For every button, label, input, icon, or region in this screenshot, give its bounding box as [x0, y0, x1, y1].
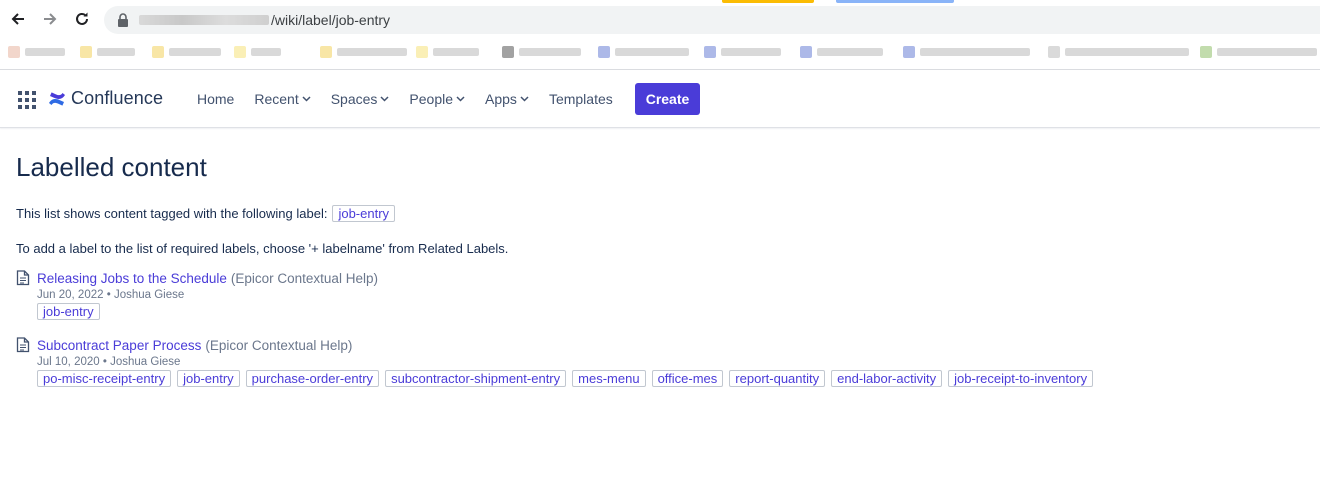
- nav-home[interactable]: Home: [197, 91, 234, 107]
- bookmark-item[interactable]: [704, 46, 781, 58]
- browser-separator: [0, 69, 1320, 70]
- bookmark-item[interactable]: [416, 46, 479, 58]
- label-chip[interactable]: report-quantity: [729, 370, 826, 387]
- arrow-right-icon: [44, 13, 57, 25]
- bookmark-item[interactable]: [8, 46, 65, 58]
- result-date: Jul 10, 2020: [37, 356, 100, 368]
- app-switcher-icon[interactable]: [18, 91, 36, 109]
- label-chip[interactable]: subcontractor-shipment-entry: [385, 370, 567, 387]
- lock-icon: [118, 13, 128, 27]
- intro-line: This list shows content tagged with the …: [16, 205, 396, 222]
- bookmark-item[interactable]: [234, 46, 281, 58]
- app-header: Confluence Home Recent Spaces People App…: [0, 71, 1320, 128]
- page-title: Labelled content: [16, 152, 207, 182]
- label-chip[interactable]: office-mes: [651, 370, 724, 387]
- bookmark-item[interactable]: [800, 46, 883, 58]
- reload-button[interactable]: [71, 8, 93, 30]
- confluence-logo[interactable]: Confluence: [48, 88, 163, 109]
- label-chip[interactable]: job-entry: [37, 303, 100, 320]
- bookmark-item[interactable]: [152, 46, 221, 58]
- bookmark-item[interactable]: [903, 46, 1030, 58]
- result-date: Jun 20, 2022: [37, 289, 104, 301]
- bookmark-item[interactable]: [80, 46, 135, 58]
- reload-icon: [76, 12, 88, 25]
- result-space: (Epicor Contextual Help): [205, 337, 353, 353]
- result-space: (Epicor Contextual Help): [230, 270, 378, 286]
- tab-accent-blue: [836, 0, 954, 3]
- chevron-down-icon: [456, 96, 465, 102]
- result-author: Joshua Giese: [113, 289, 185, 301]
- forward-button[interactable]: [39, 8, 61, 30]
- label-chip[interactable]: job-receipt-to-inventory: [948, 370, 1094, 387]
- address-bar[interactable]: /wiki/label/job-entry: [104, 6, 1320, 34]
- nav-recent-label: Recent: [254, 91, 299, 107]
- url-path: /wiki/label/job-entry: [271, 12, 391, 28]
- result-meta: Jun 20, 2022 • Joshua Giese: [37, 289, 185, 301]
- primary-nav: Home Recent Spaces People Apps Templates: [197, 71, 633, 127]
- browser-toolbar: /wiki/label/job-entry: [0, 0, 1320, 38]
- nav-spaces[interactable]: Spaces: [331, 91, 390, 107]
- nav-recent[interactable]: Recent: [254, 91, 311, 107]
- instruction-text: To add a label to the list of required l…: [16, 241, 509, 256]
- bookmark-item[interactable]: [1200, 46, 1317, 58]
- result-title-link[interactable]: Subcontract Paper Process: [37, 338, 201, 353]
- bookmark-item[interactable]: [502, 46, 581, 58]
- result-meta: Jul 10, 2020 • Joshua Giese: [37, 356, 181, 368]
- url-host-blurred: [139, 15, 269, 25]
- bookmarks-bar: [0, 38, 1320, 65]
- nav-home-label: Home: [197, 91, 235, 107]
- label-chip[interactable]: mes-menu: [572, 370, 646, 387]
- tab-accent-yellow: [722, 0, 814, 3]
- nav-apps[interactable]: Apps: [485, 91, 529, 107]
- arrow-left-icon: [11, 13, 24, 25]
- result-author: Joshua Giese: [110, 356, 181, 368]
- nav-people[interactable]: People: [409, 91, 465, 107]
- product-name: Confluence: [71, 88, 164, 108]
- nav-templates-label: Templates: [548, 91, 613, 107]
- nav-people-label: People: [409, 91, 454, 107]
- back-button[interactable]: [7, 8, 29, 30]
- bookmark-item[interactable]: [598, 46, 689, 58]
- intro-text: This list shows content tagged with the …: [16, 206, 328, 221]
- label-chip[interactable]: po-misc-receipt-entry: [37, 370, 172, 387]
- result-item: Subcontract Paper Process (Epicor Contex…: [16, 337, 1094, 387]
- bookmark-item[interactable]: [1048, 46, 1189, 58]
- bookmark-item[interactable]: [320, 46, 407, 58]
- label-chip[interactable]: job-entry: [177, 370, 240, 387]
- chevron-down-icon: [520, 96, 529, 102]
- label-chip[interactable]: end-labor-activity: [831, 370, 943, 387]
- chevron-down-icon: [380, 96, 389, 102]
- result-labels: job-entry: [37, 303, 378, 320]
- chevron-down-icon: [302, 96, 311, 102]
- nav-spaces-label: Spaces: [330, 91, 378, 107]
- nav-templates[interactable]: Templates: [549, 91, 613, 107]
- result-labels: po-misc-receipt-entry job-entry purchase…: [37, 370, 1094, 387]
- result-title-link[interactable]: Releasing Jobs to the Schedule: [37, 271, 227, 286]
- page-icon: [16, 337, 30, 353]
- label-chip[interactable]: purchase-order-entry: [245, 370, 380, 387]
- result-item: Releasing Jobs to the Schedule (Epicor C…: [16, 270, 378, 320]
- nav-apps-label: Apps: [485, 91, 517, 107]
- create-button[interactable]: Create: [635, 83, 700, 115]
- current-label-chip[interactable]: job-entry: [332, 205, 396, 222]
- confluence-logo-icon: [49, 91, 65, 106]
- page-icon: [16, 270, 30, 286]
